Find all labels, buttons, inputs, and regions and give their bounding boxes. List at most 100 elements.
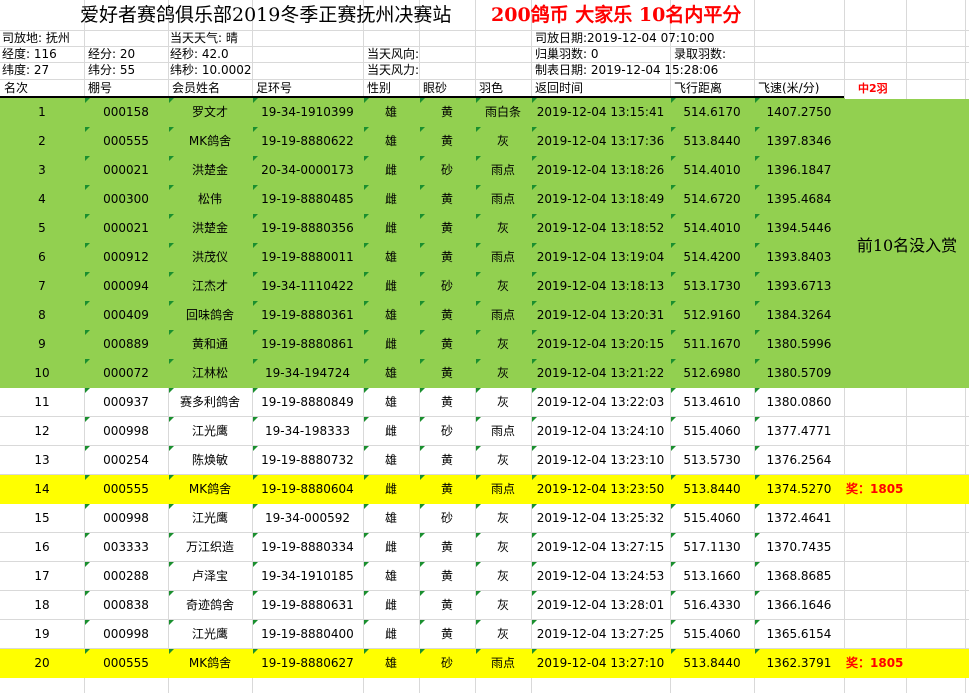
cell-comment-marker-icon bbox=[169, 591, 174, 596]
cell-comment-marker-icon bbox=[85, 272, 90, 277]
cell-return-time: 2019-12-04 13:23:10 bbox=[536, 453, 665, 467]
cell-ring: 19-34-1110422 bbox=[261, 279, 354, 293]
cell-ring: 19-19-8880631 bbox=[261, 598, 354, 612]
cell-eye: 砂 bbox=[440, 424, 453, 438]
cell-eye: 黄 bbox=[440, 134, 453, 148]
cell-eye: 砂 bbox=[440, 279, 453, 293]
cell-eye: 黄 bbox=[440, 395, 453, 409]
table-row: 12 000998 江光鹰 19-34-198333 雌 砂 雨点 2019-12-04 13… bbox=[0, 417, 969, 446]
cell-comment-marker-icon bbox=[420, 620, 425, 625]
cell-comment-marker-icon bbox=[476, 475, 481, 480]
cell-member: 洪楚金 bbox=[191, 221, 228, 235]
cell-speed: 1396.1847 bbox=[766, 163, 832, 177]
cell-sex: 雌 bbox=[384, 192, 397, 206]
cell-comment-marker-icon bbox=[755, 446, 760, 451]
cell-comment-marker-icon bbox=[420, 417, 425, 422]
cell-comment-marker-icon bbox=[671, 214, 676, 219]
cell-comment-marker-icon bbox=[169, 533, 174, 538]
cell-comment-marker-icon bbox=[420, 591, 425, 596]
cell-return-time: 2019-12-04 13:21:22 bbox=[536, 366, 665, 380]
cell-comment-marker-icon bbox=[671, 475, 676, 480]
cell-comment-marker-icon bbox=[671, 243, 676, 248]
cell-eye: 砂 bbox=[440, 163, 453, 177]
cell-comment-marker-icon bbox=[364, 562, 369, 567]
cell-comment-marker-icon bbox=[476, 127, 481, 132]
cell-rank: 15 bbox=[34, 511, 50, 525]
wind-direction: 当天风向: bbox=[367, 47, 420, 61]
cell-comment-marker-icon bbox=[532, 185, 537, 190]
cell-comment-marker-icon bbox=[364, 388, 369, 393]
cell-comment-marker-icon bbox=[253, 417, 258, 422]
cell-rank: 16 bbox=[34, 540, 50, 554]
table-row: 16 003333 万江织造 19-19-8880334 雌 黄 灰 2019-12-04 1… bbox=[0, 533, 969, 562]
cell-comment-marker-icon bbox=[253, 533, 258, 538]
merged-note: 前10名没入赏 bbox=[845, 99, 969, 388]
cell-comment-marker-icon bbox=[532, 591, 537, 596]
longitude-min: 经分: 20 bbox=[88, 47, 136, 61]
cell-comment-marker-icon bbox=[755, 504, 760, 509]
cell-return-time: 2019-12-04 13:20:15 bbox=[536, 337, 665, 351]
cell-comment-marker-icon bbox=[476, 185, 481, 190]
cell-distance: 513.8440 bbox=[683, 482, 741, 496]
table-row: 5 000021 洪楚金 19-19-8880356 雌 黄 灰 2019-12-04 13:… bbox=[0, 214, 845, 243]
cell-distance: 517.1130 bbox=[683, 540, 741, 554]
cell-comment-marker-icon bbox=[420, 272, 425, 277]
cell-eye: 黄 bbox=[440, 598, 453, 612]
cell-comment-marker-icon bbox=[532, 359, 537, 364]
cell-speed: 1370.7435 bbox=[766, 540, 832, 554]
cell-comment-marker-icon bbox=[253, 475, 258, 480]
cell-ring: 19-34-198333 bbox=[264, 424, 350, 438]
cell-comment-marker-icon bbox=[671, 417, 676, 422]
cell-comment-marker-icon bbox=[671, 330, 676, 335]
cell-comment-marker-icon bbox=[755, 330, 760, 335]
cell-comment-marker-icon bbox=[420, 156, 425, 161]
cell-distance: 516.4330 bbox=[683, 598, 741, 612]
header-distance: 飞行距离 bbox=[674, 81, 723, 95]
cell-ring: 19-19-8880011 bbox=[261, 250, 354, 264]
gridline-horizontal bbox=[0, 30, 969, 31]
cell-comment-marker-icon bbox=[476, 388, 481, 393]
cell-comment-marker-icon bbox=[532, 214, 537, 219]
cell-comment-marker-icon bbox=[169, 388, 174, 393]
cell-distance: 513.5730 bbox=[683, 453, 741, 467]
cell-eye: 黄 bbox=[440, 366, 453, 380]
cell-comment-marker-icon bbox=[671, 562, 676, 567]
cell-comment-marker-icon bbox=[532, 562, 537, 567]
cell-return-time: 2019-12-04 13:19:04 bbox=[536, 250, 665, 264]
cell-eye: 黄 bbox=[440, 221, 453, 235]
cell-comment-marker-icon bbox=[253, 301, 258, 306]
cell-member: 卢泽宝 bbox=[191, 569, 228, 583]
cell-sex: 雄 bbox=[384, 511, 397, 525]
cell-comment-marker-icon bbox=[420, 504, 425, 509]
cell-comment-marker-icon bbox=[476, 649, 481, 654]
cell-eye: 黄 bbox=[440, 482, 453, 496]
cell-comment-marker-icon bbox=[364, 185, 369, 190]
cell-comment-marker-icon bbox=[169, 359, 174, 364]
cell-comment-marker-icon bbox=[476, 330, 481, 335]
cell-comment-marker-icon bbox=[253, 620, 258, 625]
cell-return-time: 2019-12-04 13:25:32 bbox=[536, 511, 665, 525]
cell-comment-marker-icon bbox=[755, 359, 760, 364]
cell-comment-marker-icon bbox=[85, 127, 90, 132]
cell-rank: 8 bbox=[38, 308, 46, 322]
header-color: 羽色 bbox=[479, 81, 504, 95]
cell-member: 回味鸽舍 bbox=[185, 308, 234, 322]
cell-member: 洪楚金 bbox=[191, 163, 228, 177]
cell-comment-marker-icon bbox=[364, 649, 369, 654]
cell-color: 灰 bbox=[496, 598, 509, 612]
cell-color: 雨点 bbox=[490, 482, 515, 496]
cell-loft: 000555 bbox=[103, 656, 149, 670]
cell-member: 江林松 bbox=[191, 366, 228, 380]
cell-comment-marker-icon bbox=[755, 475, 760, 480]
cell-distance: 514.6720 bbox=[683, 192, 741, 206]
cell-comment-marker-icon bbox=[169, 272, 174, 277]
table-row: 14 000555 MK鸽舍 19-19-8880604 雌 黄 雨点 2019-12-04 … bbox=[0, 475, 969, 504]
cell-comment-marker-icon bbox=[85, 214, 90, 219]
cell-comment-marker-icon bbox=[364, 591, 369, 596]
cell-distance: 514.4010 bbox=[683, 221, 741, 235]
cell-comment-marker-icon bbox=[364, 301, 369, 306]
cell-comment-marker-icon bbox=[420, 301, 425, 306]
cell-member: 江光鹰 bbox=[191, 424, 228, 438]
latitude-sec: 纬秒: 10.0002 bbox=[170, 63, 252, 77]
cell-speed: 1397.8346 bbox=[766, 134, 832, 148]
